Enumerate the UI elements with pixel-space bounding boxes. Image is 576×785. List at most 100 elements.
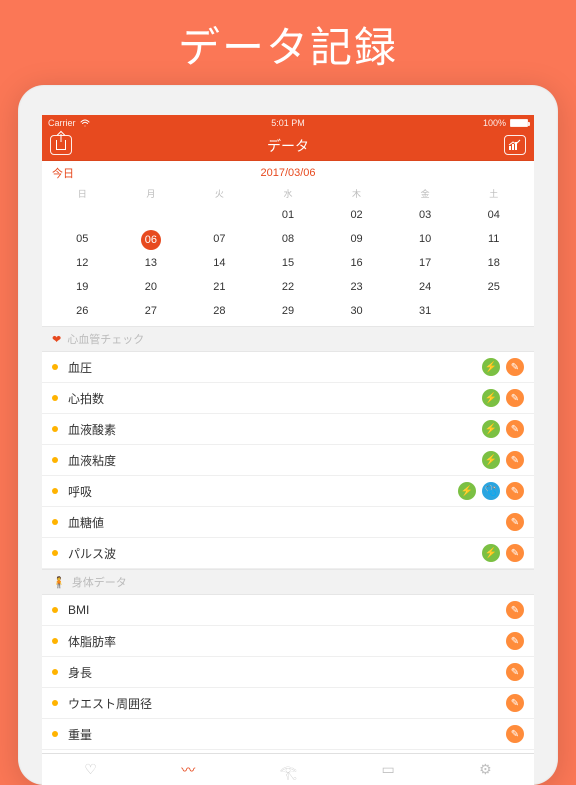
calendar-day-selected: 06 xyxy=(141,230,161,250)
calendar-day[interactable]: 22 xyxy=(254,278,323,296)
calendar-day[interactable]: 07 xyxy=(185,230,254,248)
measure-button[interactable]: ⚡ xyxy=(458,482,476,500)
edit-button[interactable]: ✎ xyxy=(506,544,524,562)
calendar-day[interactable]: 14 xyxy=(185,254,254,272)
calendar-day[interactable]: 12 xyxy=(48,254,117,272)
edit-button[interactable]: ✎ xyxy=(506,601,524,619)
edit-button[interactable]: ✎ xyxy=(506,663,524,681)
calendar-day[interactable]: 13 xyxy=(117,254,186,272)
share-button[interactable] xyxy=(50,135,72,155)
calendar-weekday: 水 xyxy=(254,187,323,200)
calendar-day[interactable]: 21 xyxy=(185,278,254,296)
chart-icon xyxy=(508,139,522,151)
edit-button[interactable]: ✎ xyxy=(506,358,524,376)
tab-run[interactable]: 𓂀 xyxy=(280,758,297,782)
list-item[interactable]: 血糖値 ✎ xyxy=(42,507,534,538)
calendar-day[interactable]: 29 xyxy=(254,302,323,320)
bullet-icon xyxy=(52,395,58,401)
list-item[interactable]: BMI✎ xyxy=(42,595,534,626)
calendar-day[interactable]: 08 xyxy=(254,230,323,248)
person-icon: 🧍 xyxy=(52,576,66,589)
list-item-label: 血圧 xyxy=(68,359,92,376)
calendar-day[interactable]: 10 xyxy=(391,230,460,248)
calendar-day[interactable]: 09 xyxy=(322,230,391,248)
list-item[interactable]: ウエスト周囲径✎ xyxy=(42,688,534,719)
calendar-day[interactable]: 16 xyxy=(322,254,391,272)
calendar-weekday: 金 xyxy=(391,187,460,200)
list-item[interactable]: パルス波⚡✎ xyxy=(42,538,534,569)
bullet-icon xyxy=(52,364,58,370)
list-item[interactable]: 身長✎ xyxy=(42,657,534,688)
calendar-day[interactable]: 17 xyxy=(391,254,460,272)
calendar-day[interactable]: 31 xyxy=(391,302,460,320)
calendar-day[interactable]: 15 xyxy=(254,254,323,272)
current-date[interactable]: 2017/03/06 xyxy=(42,167,534,179)
measure-button[interactable]: ⚡ xyxy=(482,544,500,562)
tab-heart[interactable]: ♡ xyxy=(84,761,97,778)
calendar-day[interactable]: 23 xyxy=(322,278,391,296)
calendar-weekday: 日 xyxy=(48,187,117,200)
calendar-day[interactable]: 25 xyxy=(459,278,528,296)
calendar-day[interactable]: 20 xyxy=(117,278,186,296)
battery-icon xyxy=(510,119,528,127)
bullet-icon xyxy=(52,638,58,644)
edit-button[interactable]: ✎ xyxy=(506,694,524,712)
calendar-day[interactable]: 30 xyxy=(322,302,391,320)
calendar-weekday-row: 日月火水木金土 xyxy=(42,185,534,202)
tab-gear[interactable]: ⚙ xyxy=(479,761,492,778)
edit-button[interactable]: ✎ xyxy=(506,632,524,650)
section-title: 身体データ xyxy=(72,574,127,590)
measure-button[interactable]: ⚡ xyxy=(482,420,500,438)
calendar-day[interactable]: 03 xyxy=(391,206,460,224)
edit-button[interactable]: ✎ xyxy=(506,389,524,407)
tab-activity[interactable]: 〰 xyxy=(181,760,195,780)
calendar-day[interactable]: 19 xyxy=(48,278,117,296)
list-item[interactable]: 血圧 ⚡ ✎ xyxy=(42,352,534,383)
calendar-day[interactable]: 18 xyxy=(459,254,528,272)
edit-button[interactable]: ✎ xyxy=(506,513,524,531)
list-item[interactable]: 体脂肪率✎ xyxy=(42,626,534,657)
status-time: 5:01 PM xyxy=(42,118,534,128)
bullet-icon xyxy=(52,731,58,737)
calendar-day[interactable]: 05 xyxy=(48,230,117,248)
edit-button[interactable]: ✎ xyxy=(506,420,524,438)
calendar-day[interactable]: 28 xyxy=(185,302,254,320)
calendar-day[interactable]: 06 xyxy=(117,230,186,248)
measure-button[interactable]: ⚡ xyxy=(482,358,500,376)
list-item[interactable]: 呼吸⚡🩺✎ xyxy=(42,476,534,507)
row-actions: ✎ xyxy=(506,513,524,531)
steth-button[interactable]: 🩺 xyxy=(482,482,500,500)
calendar-day[interactable]: 27 xyxy=(117,302,186,320)
edit-button[interactable]: ✎ xyxy=(506,451,524,469)
row-actions: ✎ xyxy=(506,632,524,650)
data-sections: ❤心血管チェック血圧⚡✎心拍数⚡✎血液酸素⚡✎血液粘度⚡✎呼吸⚡🩺✎血糖値✎パル… xyxy=(42,326,534,750)
edit-button[interactable]: ✎ xyxy=(506,482,524,500)
calendar-day[interactable]: 26 xyxy=(48,302,117,320)
row-actions: ✎ xyxy=(506,663,524,681)
row-actions: ⚡ 🩺 ✎ xyxy=(458,482,524,500)
chart-toggle-button[interactable] xyxy=(504,135,526,155)
list-item[interactable]: 重量✎ xyxy=(42,719,534,750)
status-bar: Carrier 5:01 PM 100% xyxy=(42,115,534,131)
calendar-day[interactable]: 24 xyxy=(391,278,460,296)
today-button[interactable]: 今日 xyxy=(52,165,74,181)
edit-button[interactable]: ✎ xyxy=(506,725,524,743)
section-title: 心血管チェック xyxy=(67,331,144,347)
measure-button[interactable]: ⚡ xyxy=(482,389,500,407)
list-item-label: 血糖値 xyxy=(68,514,104,531)
calendar-day[interactable]: 02 xyxy=(322,206,391,224)
list-item[interactable]: 血液酸素⚡✎ xyxy=(42,414,534,445)
bullet-icon xyxy=(52,519,58,525)
calendar-day[interactable]: 11 xyxy=(459,230,528,248)
calendar-day[interactable]: 01 xyxy=(254,206,323,224)
row-actions: ✎ xyxy=(506,725,524,743)
tab-doc[interactable]: ▭ xyxy=(382,761,395,778)
calendar-weekday: 土 xyxy=(459,187,528,200)
row-actions: ⚡✎ xyxy=(482,544,524,562)
nav-bar: データ xyxy=(42,131,534,161)
calendar-day[interactable]: 04 xyxy=(459,206,528,224)
measure-button[interactable]: ⚡ xyxy=(482,451,500,469)
list-item[interactable]: 心拍数⚡✎ xyxy=(42,383,534,414)
list-item[interactable]: 血液粘度⚡✎ xyxy=(42,445,534,476)
row-actions: ⚡✎ xyxy=(482,420,524,438)
